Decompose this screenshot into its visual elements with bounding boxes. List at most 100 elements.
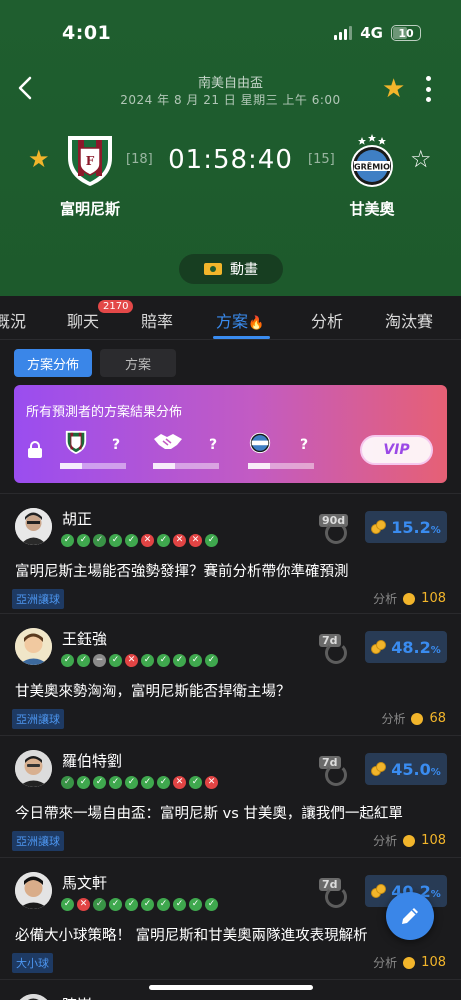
coin-icon [411,712,424,725]
hit-rate-unit: % [430,888,441,900]
vip-button[interactable]: VIP [360,435,433,465]
predictor-card[interactable]: 王鈺強 ✓ ✓ − ✓ ✕ ✓ ✓ ✓ ✓ ✓ 7d 48.2% 甘美奧來勢洶洶，富明尼斯能否捍衛… [0,613,461,735]
record-loss-dot: ✕ [125,654,138,667]
vip-distribution-card: 所有預測者的方案結果分佈 ? ? ? VIP [14,385,447,483]
period-badge: 7d [319,878,353,908]
record-win-dot: ✓ [77,654,90,667]
record-win-dot: ✓ [189,898,202,911]
hit-rate-value: 45.0 [391,759,431,779]
avatar[interactable] [15,994,52,1000]
tab-plans-label: 方案 [216,312,249,331]
hit-rate-badge: 15.2% [365,511,447,543]
record-win-dot: ✓ [205,898,218,911]
tab-chat[interactable]: 聊天 [67,308,99,332]
period-badge: 7d [319,634,353,664]
away-team-name[interactable]: 甘美奧 [312,198,432,219]
record-win-dot: ✓ [141,776,154,789]
predictor-card[interactable]: 羅伯特劉 ✓ ✓ ✓ ✓ ✓ ✓ ✓ ✕ ✓ ✕ 7d 45.0% 今日帶來一場自由盃：富明尼斯 … [0,735,461,857]
record-win-dot: ✓ [157,898,170,911]
hit-rate-value: 15.2 [391,517,431,537]
record-loss-dot: ✕ [173,534,186,547]
tab-overview[interactable]: 概況 [0,308,26,332]
fire-icon: 🔥 [248,316,265,331]
away-team-logo: GRÊMIO [351,134,393,187]
animation-button[interactable]: 動畫 [179,254,283,284]
prediction-headline[interactable]: 富明尼斯主場能否強勢發揮？賽前分析帶你準確預測 [15,560,349,581]
record-win-dot: ✓ [93,776,106,789]
record-win-dot: ✓ [125,534,138,547]
coins-icon [371,520,387,534]
predictor-name[interactable]: 胡正 [62,508,92,529]
prediction-headline[interactable]: 必備大小球策略！ 富明尼斯和甘美奧兩隊進攻表現解析 [15,924,368,945]
hit-rate-unit: % [430,766,441,778]
vip-card-title: 所有預測者的方案結果分佈 [26,405,183,420]
price-info: 分析 108 [373,954,446,971]
avatar[interactable] [15,508,52,545]
predictor-name[interactable]: 馬文軒 [62,872,107,893]
record-win-dot: ✓ [157,776,170,789]
record-loss-dot: ✕ [173,776,186,789]
svg-text:GRÊMIO: GRÊMIO [354,161,390,172]
match-header: 4:01 4G 10 南美自由盃 2024 年 8 月 21 日 星期三 上午 … [0,0,461,296]
more-options-icon[interactable] [423,76,433,102]
predictor-name[interactable]: 陳嵩 [62,994,92,1000]
record-win-dot: ✓ [61,534,74,547]
avatar[interactable] [15,628,52,665]
tab-knockout[interactable]: 淘汰賽 [385,308,433,332]
subtab-distribution[interactable]: 方案分佈 [14,349,92,377]
tab-odds[interactable]: 賠率 [141,308,173,332]
record-win-dot: ✓ [173,654,186,667]
avatar[interactable] [15,872,52,909]
record-win-dot: ✓ [189,776,202,789]
predictor-card[interactable]: 胡正 ✓ ✓ ✓ ✓ ✓ ✕ ✓ ✕ ✕ ✓ 90d 15.2% 富明尼斯主場能否強勢發揮？賽前分… [0,493,461,613]
favorite-star-icon[interactable]: ★ [382,76,405,102]
period-badge: 7d [319,756,353,786]
hit-rate-badge: 48.2% [365,631,447,663]
away-team-logo-small [249,432,271,454]
record-half-win-dot: ✓ [93,534,106,547]
match-tabs: 概況 聊天 2170 賠率 方案🔥 分析 淘汰賽 [0,296,461,340]
meta-label: 分析 [373,956,398,970]
price-value: 108 [421,955,446,970]
prediction-headline[interactable]: 今日帶來一場自由盃：富明尼斯 vs 甘美奧，讓我們一起紅單 [15,802,403,823]
record-half-win-dot: ✓ [61,776,74,789]
record-win-dot: ✓ [157,654,170,667]
hit-rate-badge: 45.0% [365,753,447,785]
away-rank: [15] [308,152,335,167]
recent-record: ✓ ✓ ✓ ✓ ✓ ✕ ✓ ✕ ✕ ✓ [61,534,218,547]
home-team-name[interactable]: 富明尼斯 [30,198,150,219]
prediction-headline[interactable]: 甘美奧來勢洶洶，富明尼斯能否捍衛主場？ [15,680,291,701]
record-win-dot: ✓ [157,534,170,547]
status-indicators: 4G 10 [334,24,421,42]
record-draw-dot: − [93,654,106,667]
battery-level: 10 [398,26,414,40]
market-tag: 亞洲讓球 [12,589,64,609]
avatar[interactable] [15,750,52,787]
predictor-name[interactable]: 王鈺強 [62,628,107,649]
draw-value: ? [209,437,218,453]
record-loss-dot: ✕ [77,898,90,911]
tab-plans[interactable]: 方案🔥 [216,308,264,332]
signal-icon [334,26,353,40]
subtab-plans[interactable]: 方案 [100,349,176,377]
record-win-dot: ✓ [125,776,138,789]
pencil-icon [402,908,418,924]
away-win-share: ? [248,429,314,471]
status-time: 4:01 [62,22,112,44]
coin-icon [403,592,416,605]
tab-analysis[interactable]: 分析 [311,308,343,332]
coin-icon [403,834,416,847]
record-win-dot: ✓ [61,654,74,667]
predictor-name[interactable]: 羅伯特劉 [62,750,122,771]
price-info: 分析 108 [373,832,446,849]
price-value: 108 [421,833,446,848]
network-label: 4G [360,24,383,42]
period-badge: 90d [319,514,353,544]
record-win-dot: ✓ [109,534,122,547]
compose-button[interactable] [386,892,434,940]
home-win-share: ? [60,429,126,471]
home-indicator[interactable] [149,985,313,990]
away-follow-star-icon[interactable]: ☆ [410,147,432,171]
draw-share: ? [153,429,219,471]
record-win-dot: ✓ [109,654,122,667]
